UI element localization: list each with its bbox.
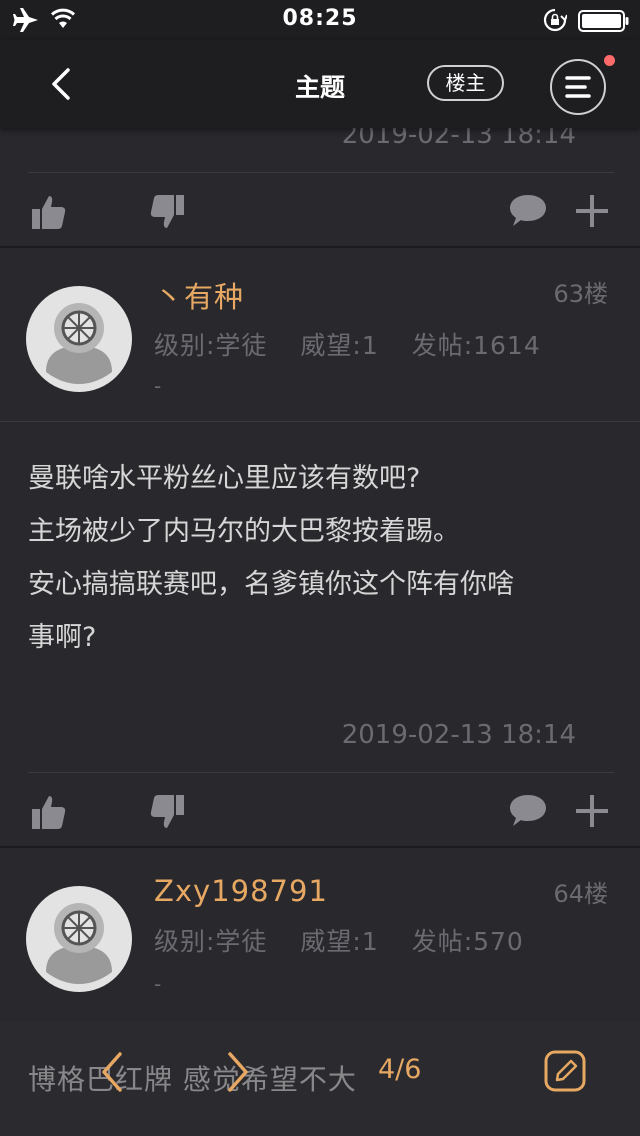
- post-actions: [0, 775, 640, 849]
- post-header: Zxy198791 64楼 级别:学徒 威望:1 发帖:570 -: [0, 848, 640, 1020]
- page-title: 主题: [294, 73, 345, 102]
- content-line: 事啊?: [28, 622, 97, 653]
- divider: [28, 772, 614, 773]
- nav-bar: 主题 楼主: [0, 40, 640, 128]
- content-line: 安心搞搞联赛吧，名爹镇你这个阵有你啥: [28, 569, 514, 600]
- post-actions: [0, 175, 640, 249]
- prev-page-icon[interactable]: [96, 1050, 132, 1094]
- user-signature: -: [154, 972, 162, 996]
- avatar[interactable]: [26, 286, 132, 392]
- menu-icon: [565, 76, 591, 98]
- divider: [0, 421, 640, 422]
- battery-icon: [578, 10, 629, 32]
- post-content: 曼联啥水平粉丝心里应该有数吧? 主场被少了内马尔的大巴黎按着踢。 安心搞搞联赛吧…: [28, 452, 618, 664]
- next-page-icon[interactable]: [218, 1050, 254, 1094]
- user-reputation: 威望:1: [300, 927, 379, 956]
- user-post-count: 发帖:1614: [411, 331, 541, 360]
- edit-icon[interactable]: [543, 1049, 587, 1093]
- thumbs-down-icon[interactable]: [148, 793, 186, 831]
- post-header: 丶有种 63楼 级别:学徒 威望:1 发帖:1614 -: [0, 248, 640, 420]
- content-line: 曼联啥水平粉丝心里应该有数吧?: [28, 463, 421, 494]
- user-level: 级别:学徒: [154, 331, 268, 360]
- post-timestamp: 2019-02-13 18:14: [341, 720, 576, 750]
- page-indicator[interactable]: 4/6: [378, 1054, 421, 1085]
- comment-icon[interactable]: [508, 193, 548, 229]
- floor-number: 64楼: [553, 880, 608, 908]
- user-meta: 级别:学徒 威望:1 发帖:570: [154, 922, 542, 958]
- status-bar: 08:25: [0, 0, 640, 40]
- thumbs-down-icon[interactable]: [148, 193, 186, 231]
- floor-number: 63楼: [553, 280, 608, 308]
- owner-only-button[interactable]: 楼主: [427, 65, 504, 101]
- user-level: 级别:学徒: [154, 927, 268, 956]
- rotation-lock-icon: [543, 8, 567, 32]
- comment-icon[interactable]: [508, 793, 548, 829]
- avatar[interactable]: [26, 886, 132, 992]
- menu-button[interactable]: [550, 59, 606, 115]
- divider: [28, 172, 614, 173]
- user-reputation: 威望:1: [300, 331, 379, 360]
- thumbs-up-icon[interactable]: [30, 793, 68, 831]
- user-meta: 级别:学徒 威望:1 发帖:1614: [154, 326, 559, 362]
- notification-dot: [604, 55, 615, 66]
- username[interactable]: Zxy198791: [154, 874, 328, 908]
- username[interactable]: 丶有种: [154, 274, 244, 316]
- user-signature: -: [154, 374, 162, 398]
- plus-icon[interactable]: [574, 193, 610, 229]
- content-behind-toolbar: 博格巴红牌 感觉希望不大: [28, 1063, 357, 1096]
- content-line: 主场被少了内马尔的大巴黎按着踢。: [28, 516, 460, 547]
- thumbs-up-icon[interactable]: [30, 193, 68, 231]
- plus-icon[interactable]: [574, 793, 610, 829]
- bottom-toolbar: 博格巴红牌 感觉希望不大 4/6: [0, 1022, 640, 1136]
- user-post-count: 发帖:570: [411, 927, 524, 956]
